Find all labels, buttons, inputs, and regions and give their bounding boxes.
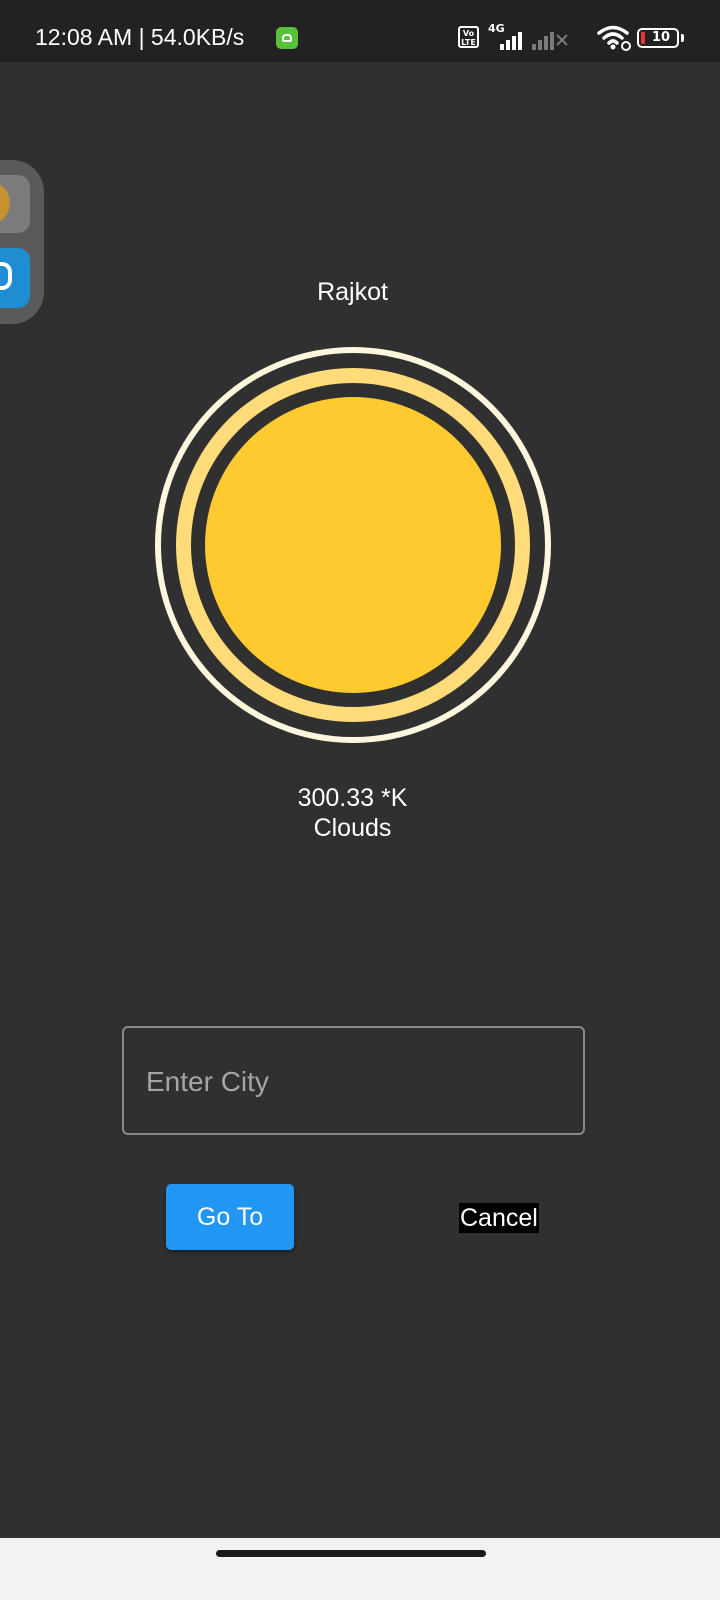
navigation-bar: [0, 1538, 720, 1600]
sun-core: [205, 397, 501, 693]
cancel-button[interactable]: Cancel: [459, 1203, 539, 1233]
volte-top-label: Vo: [462, 29, 475, 38]
sun-icon: [155, 347, 551, 743]
go-to-button[interactable]: Go To: [166, 1184, 294, 1250]
temperature-value: 300.33 *K: [297, 784, 408, 812]
status-bar: 12:08 AM | 54.0KB/s Vo LTE 4G 10: [0, 0, 720, 62]
home-indicator[interactable]: [216, 1550, 486, 1557]
android-app-icon: [276, 27, 298, 49]
status-time: 12:08 AM | 54.0KB/s: [35, 24, 245, 50]
status-indicators: Vo LTE 4G 10: [440, 22, 720, 52]
city-input[interactable]: Enter City: [122, 1026, 585, 1135]
weather-condition: Clouds: [313, 814, 392, 842]
city-name: Rajkot: [317, 278, 388, 306]
battery-tip: [681, 34, 684, 42]
volte-icon: Vo LTE: [458, 26, 479, 48]
signal-no-service-icon: [532, 26, 572, 50]
battery-level: 10: [651, 30, 671, 45]
signal-icon: [492, 26, 524, 50]
wifi-icon: [597, 25, 631, 51]
volte-bottom-label: LTE: [461, 38, 476, 47]
battery-icon: 10: [637, 28, 679, 48]
launcher-app-icon[interactable]: [0, 175, 30, 233]
city-input-placeholder: Enter City: [146, 1066, 269, 1097]
